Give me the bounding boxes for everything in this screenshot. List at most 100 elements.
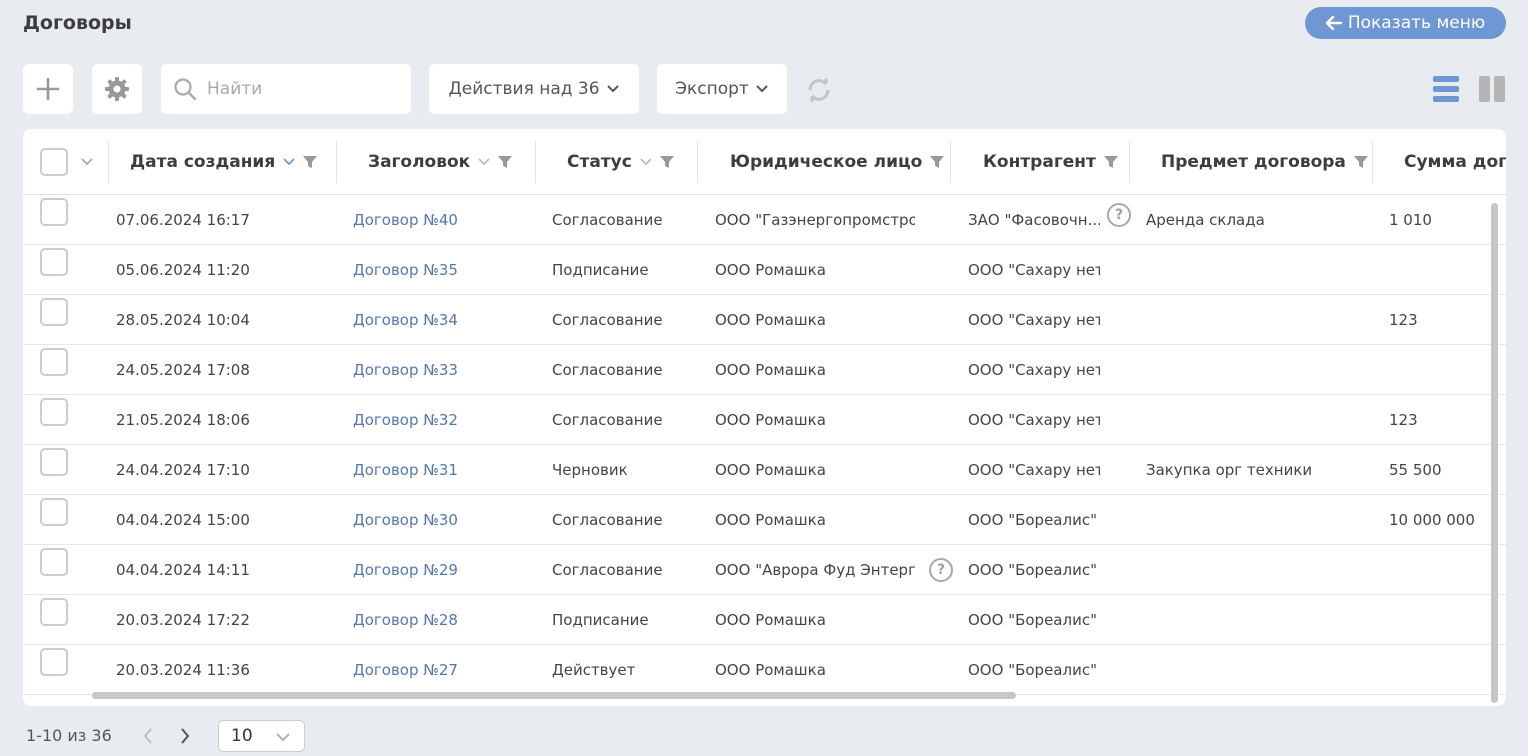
chevron-down-icon[interactable] [81,158,93,166]
row-checkbox[interactable] [40,248,68,276]
column-separator [1372,141,1373,183]
row-checkbox[interactable] [40,348,68,376]
cell-counterparty: ЗАО "Фасовочн... [968,211,1100,229]
cell-amount: 10 000 000 [1389,511,1475,529]
help-icon[interactable]: ? [1107,203,1131,227]
filter-icon[interactable] [1353,155,1368,169]
cell-title[interactable]: Договор №31 [353,445,533,495]
col-header-status[interactable]: Статус [567,129,674,195]
cell-title[interactable]: Договор №29 [353,545,533,595]
refresh-icon[interactable] [804,76,834,104]
table-row[interactable]: 07.06.2024 16:17 Договор №40 Согласование О… [23,195,1506,245]
cell-amount [1389,245,1499,295]
cell-amount [1389,645,1499,695]
cell-subject [1146,345,1366,395]
settings-button[interactable] [92,64,142,114]
cell-date: 07.06.2024 16:17 [116,211,250,229]
cell-amount [1389,595,1499,645]
page-title: Договоры [23,12,132,34]
contracts-table: Дата создания Заголовок Статус Юридическ… [23,129,1506,706]
cell-counterparty: ООО "Бореалис" [968,561,1097,579]
toolbar: Действия над 36 Экспорт [0,64,1528,114]
row-checkbox[interactable] [40,398,68,426]
sort-desc-icon[interactable] [283,158,295,166]
col-header-date[interactable]: Дата создания [130,129,318,195]
cell-subject [1146,295,1366,345]
col-header-title[interactable]: Заголовок [368,129,513,195]
table-row[interactable]: 21.05.2024 18:06 Договор №32 Согласование О… [23,395,1506,445]
cell-entity: ООО Ромашка [715,261,826,279]
export-dropdown[interactable]: Экспорт [657,64,787,114]
cell-status: Черновик [552,461,628,479]
cell-entity: ООО Ромашка [715,661,826,679]
cell-status: Согласование [552,561,663,579]
row-checkbox[interactable] [40,498,68,526]
cell-title[interactable]: Договор №28 [353,595,533,645]
row-checkbox[interactable] [40,298,68,326]
table-row[interactable]: 24.04.2024 17:10 Договор №31 Черновик ООО Р… [23,445,1506,495]
gear-icon [105,77,129,101]
row-checkbox[interactable] [40,448,68,476]
cell-title[interactable]: Договор №30 [353,495,533,545]
list-view-icon[interactable] [1433,76,1459,102]
table-row[interactable]: 20.03.2024 17:22 Договор №28 Подписание ООО… [23,595,1506,645]
column-separator [336,141,337,183]
bulk-actions-dropdown[interactable]: Действия над 36 [429,64,639,114]
cell-title[interactable]: Договор №35 [353,245,533,295]
cell-title[interactable]: Договор №32 [353,395,533,445]
filter-icon[interactable] [303,155,318,169]
cell-entity: ООО Ромашка [715,311,826,329]
row-checkbox[interactable] [40,548,68,576]
col-header-entity[interactable]: Юридическое лицо [730,129,945,195]
table-row[interactable]: 28.05.2024 10:04 Договор №34 Согласование О… [23,295,1506,345]
pagination-range: 1-10 из 36 [26,726,112,745]
cell-date: 04.04.2024 14:11 [116,561,250,579]
sort-icon[interactable] [640,158,652,166]
col-header-counterparty[interactable]: Контрагент [983,129,1118,195]
table-header: Дата создания Заголовок Статус Юридическ… [23,129,1506,195]
table-row[interactable]: 04.04.2024 14:11 Договор №29 Согласование О… [23,545,1506,595]
cell-title[interactable]: Договор №33 [353,345,533,395]
search-box [161,64,411,114]
cell-entity: ООО Ромашка [715,411,826,429]
filter-icon[interactable] [1103,155,1118,169]
add-button[interactable] [23,64,73,114]
filter-icon[interactable] [930,155,945,169]
table-row[interactable]: 24.05.2024 17:08 Договор №33 Согласование О… [23,345,1506,395]
cell-entity: ООО Ромашка [715,511,826,529]
col-header-subject[interactable]: Предмет договора [1161,129,1368,195]
cell-subject: Аренда склада [1146,211,1265,229]
split-view-icon[interactable] [1479,76,1505,102]
cell-date: 20.03.2024 17:22 [116,611,250,629]
cell-title[interactable]: Договор №27 [353,645,533,695]
row-checkbox[interactable] [40,598,68,626]
cell-counterparty: ООО "Сахару нет" [968,361,1100,379]
cell-status: Согласование [552,311,663,329]
cell-counterparty: ООО "Сахару нет" [968,261,1100,279]
table-row[interactable]: 04.04.2024 15:00 Договор №30 Согласование О… [23,495,1506,545]
vertical-scrollbar[interactable] [1491,203,1498,703]
row-checkbox[interactable] [40,198,68,226]
filter-icon[interactable] [659,155,674,169]
chevron-down-icon [276,733,290,742]
select-all-checkbox[interactable] [40,148,68,176]
row-checkbox[interactable] [40,648,68,676]
table-row[interactable]: 20.03.2024 11:36 Договор №27 Действует ООО … [23,645,1506,695]
page-size-select[interactable]: 10 [218,720,305,752]
filter-icon[interactable] [498,155,513,169]
sort-icon[interactable] [478,158,490,166]
chevron-right-icon[interactable] [177,726,193,746]
col-header-label: Контрагент [983,152,1096,172]
help-icon[interactable]: ? [929,558,953,582]
cell-title[interactable]: Договор №40 [353,195,533,245]
horizontal-scrollbar[interactable] [92,692,1016,699]
show-menu-label: Показать меню [1347,13,1486,33]
cell-amount: 1 010 [1389,211,1432,229]
chevron-left-icon[interactable] [140,726,156,746]
column-separator [697,141,698,183]
cell-title[interactable]: Договор №34 [353,295,533,345]
col-header-amount[interactable]: Сумма дого [1404,129,1506,195]
search-input[interactable] [207,79,397,99]
show-menu-button[interactable]: Показать меню [1305,7,1506,39]
table-row[interactable]: 05.06.2024 11:20 Договор №35 Подписание ООО… [23,245,1506,295]
